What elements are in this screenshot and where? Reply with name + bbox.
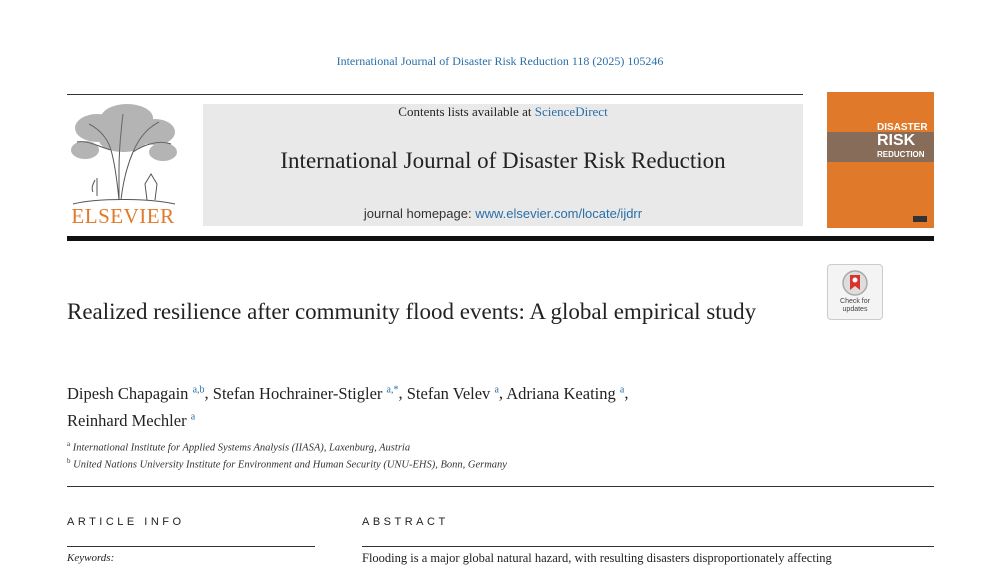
author-affiliation-mark[interactable]: a,b — [193, 384, 205, 395]
affiliation-mark: b — [67, 457, 71, 465]
author-separator: , — [398, 383, 407, 403]
affiliation-text: United Nations University Institute for … — [73, 459, 507, 471]
journal-homepage-link[interactable]: www.elsevier.com/locate/ijdrr — [475, 206, 642, 221]
author[interactable]: Adriana Keating a — [506, 384, 624, 403]
check-for-updates-button[interactable]: Check for updates — [827, 264, 883, 320]
cover-logo-mark — [913, 216, 927, 222]
section-divider — [67, 486, 934, 487]
crossmark-icon — [842, 270, 868, 296]
contents-prefix: Contents lists available at — [398, 104, 535, 119]
homepage-line: journal homepage: www.elsevier.com/locat… — [203, 206, 803, 221]
contents-line: Contents lists available at ScienceDirec… — [203, 104, 803, 120]
author[interactable]: Stefan Velev a — [407, 384, 499, 403]
journal-cover-thumbnail[interactable]: DISASTER RISK REDUCTION — [827, 92, 934, 228]
author-name[interactable]: Stefan Velev — [407, 384, 491, 403]
article-title: Realized resilience after community floo… — [67, 299, 757, 324]
journal-title: International Journal of Disaster Risk R… — [280, 148, 726, 173]
keywords-label: Keywords: — [67, 552, 115, 564]
author-separator: , — [624, 383, 629, 403]
article-info-rule — [67, 546, 315, 547]
author-affiliation-mark[interactable]: a — [191, 412, 195, 423]
affiliation-item: b United Nations University Institute fo… — [67, 457, 507, 471]
abstract-heading: ABSTRACT — [362, 516, 449, 528]
header-top-rule — [67, 94, 803, 95]
sciencedirect-link[interactable]: ScienceDirect — [535, 104, 608, 119]
author-separator: , — [204, 383, 213, 403]
author[interactable]: Reinhard Mechler a — [67, 411, 195, 430]
elsevier-logo[interactable]: ELSEVIER — [67, 100, 179, 228]
elsevier-wordmark: ELSEVIER — [71, 204, 175, 228]
cover-title-line3: REDUCTION — [877, 150, 925, 159]
author-list: Dipesh Chapagain a,b, Stefan Hochrainer-… — [67, 378, 827, 433]
author[interactable]: Dipesh Chapagain a,b — [67, 384, 205, 403]
abstract-rule — [362, 546, 934, 547]
author-name[interactable]: Adriana Keating — [506, 384, 616, 403]
author-name[interactable]: Dipesh Chapagain — [67, 384, 188, 403]
affiliation-mark: a — [67, 440, 71, 448]
header-thick-rule — [67, 236, 934, 241]
author-affiliation-mark[interactable]: a,* — [387, 384, 399, 395]
author-name[interactable]: Stefan Hochrainer-Stigler — [213, 384, 383, 403]
affiliation-text: International Institute for Applied Syst… — [72, 442, 411, 454]
author[interactable]: Stefan Hochrainer-Stigler a,* — [213, 384, 399, 403]
abstract-text: Flooding is a major global natural hazar… — [362, 551, 832, 565]
cover-title-line2: RISK — [877, 132, 916, 149]
check-for-updates-label: Check for updates — [840, 298, 870, 313]
journal-citation[interactable]: International Journal of Disaster Risk R… — [0, 54, 1000, 69]
author-name[interactable]: Reinhard Mechler — [67, 411, 187, 430]
article-info-heading: ARTICLE INFO — [67, 516, 185, 528]
affiliation-item: a International Institute for Applied Sy… — [67, 440, 410, 454]
homepage-prefix: journal homepage: — [363, 206, 476, 221]
